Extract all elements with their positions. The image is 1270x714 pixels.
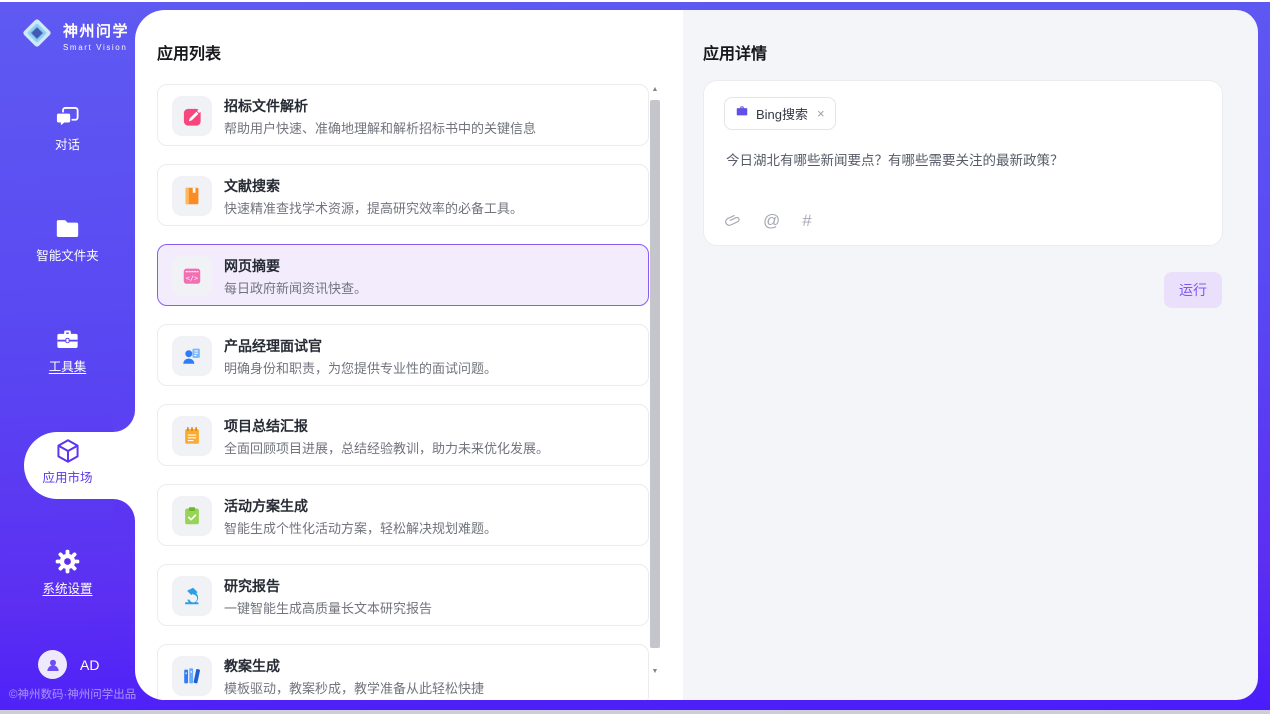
copyright-text: ©神州数码·神州问学出品 [9,686,136,702]
app-list-item[interactable]: 招标文件解析 帮助用户快速、准确地理解和解析招标书中的关键信息 [157,84,649,146]
app-list-item[interactable]: 教案生成 模板驱动，教案秒成，教学准备从此轻松快捷 [157,644,649,700]
app-list-scrollbar[interactable]: ▲ ▼ [649,84,661,678]
interviewer-icon [172,336,212,376]
book-icon [172,176,212,216]
at-icon[interactable]: @ [763,211,780,231]
app-name: 研究报告 [224,576,280,596]
app-description: 快速精准查找学术资源，提高研究效率的必备工具。 [224,198,523,217]
app-description: 模板驱动，教案秒成，教学准备从此轻松快捷 [224,678,484,697]
sidebar-item-1[interactable]: 对话 [0,98,135,167]
app-name: 活动方案生成 [224,496,308,516]
gear-icon [0,542,135,572]
scrollbar-thumb[interactable] [650,100,660,648]
edit-square-icon [172,96,212,136]
bubble-corner [113,410,135,432]
user-name: AD [80,657,99,673]
app-list-item[interactable]: 产品经理面试官 明确身份和职责，为您提供专业性的面试问题。 [157,324,649,386]
research-icon [172,576,212,616]
app-description: 全面回顾项目进展，总结经验教训，助力未来优化发展。 [224,438,549,457]
close-icon[interactable]: × [817,106,825,121]
app-list-item[interactable]: 项目总结汇报 全面回顾项目进展，总结经验教训，助力未来优化发展。 [157,404,649,466]
chat-icon [0,98,135,128]
tool-tag-label: Bing搜索 [756,104,808,123]
hash-icon[interactable]: # [802,211,811,231]
main-panel: 应用列表 招标文件解析 帮助用户快速、准确地理解和解析招标书中的关键信息 文献搜… [135,10,1258,700]
app-name: 项目总结汇报 [224,416,308,436]
sidebar-item-label: 智能文件夹 [0,245,135,264]
brand-name: 神州问学 [63,20,129,41]
app-name: 产品经理面试官 [224,336,322,356]
attachment-toolbar: @ # [724,211,812,231]
app-list-item[interactable]: 活动方案生成 智能生成个性化活动方案，轻松解决规划难题。 [157,484,649,546]
user-row[interactable]: AD [38,650,99,679]
svg-text:</>: </> [186,275,198,283]
window-bottom-edge [0,710,1270,714]
prompt-text[interactable]: 今日湖北有哪些新闻要点？有哪些需要关注的最新政策？ [726,151,1201,171]
app-description: 每日政府新闻资讯快查。 [224,278,367,297]
sidebar-item-4[interactable]: 应用市场 [0,431,135,500]
app-list: 招标文件解析 帮助用户快速、准确地理解和解析招标书中的关键信息 文献搜索 快速精… [157,84,649,700]
app-list-pane: 应用列表 招标文件解析 帮助用户快速、准确地理解和解析招标书中的关键信息 文献搜… [135,10,683,700]
app-name: 文献搜索 [224,176,280,196]
toolbox-icon [0,320,135,350]
user-avatar-icon[interactable] [38,650,67,679]
sidebar-item-label: 系统设置 [0,578,135,597]
app-detail-pane: 应用详情 Bing搜索 × 今日湖北有哪些新闻要点？有哪些需要关注的最新政策？ … [683,10,1258,700]
app-list-item[interactable]: 文献搜索 快速精准查找学术资源，提高研究效率的必备工具。 [157,164,649,226]
scroll-down-icon[interactable]: ▼ [649,666,661,678]
app-list-item[interactable]: 研究报告 一键智能生成高质量长文本研究报告 [157,564,649,626]
brand-logo: 神州问学 Smart Vision [18,14,129,57]
cube-icon [0,431,135,461]
diamond-logo-icon [18,14,56,57]
sidebar-item-5[interactable]: 系统设置 [0,542,135,611]
app-name: 招标文件解析 [224,96,308,116]
sidebar-item-label: 工具集 [0,356,135,375]
app-detail-title: 应用详情 [703,40,767,64]
prompt-card: Bing搜索 × 今日湖北有哪些新闻要点？有哪些需要关注的最新政策？ @ # [703,80,1223,246]
sidebar-item-3[interactable]: 工具集 [0,320,135,389]
briefcase-icon [735,104,749,123]
app-list-item[interactable]: </> 网页摘要 每日政府新闻资讯快查。 [157,244,649,306]
sidebar: 神州问学 Smart Vision 对话 智能文件夹 工具集 应用市场 系统设置 [0,2,135,710]
sidebar-item-label: 应用市场 [0,467,135,486]
notepad-icon [172,416,212,456]
app-description: 智能生成个性化活动方案，轻松解决规划难题。 [224,518,497,537]
app-description: 明确身份和职责，为您提供专业性的面试问题。 [224,358,497,377]
browser-icon: </> [172,256,212,296]
books-icon [172,656,212,696]
app-list-title: 应用列表 [157,40,221,64]
bubble-corner [113,499,135,521]
folder-icon [0,209,135,239]
sidebar-nav: 对话 智能文件夹 工具集 应用市场 系统设置 [0,98,135,653]
run-button[interactable]: 运行 [1164,272,1222,308]
clipboard-check-icon [172,496,212,536]
app-name: 教案生成 [224,656,280,676]
sidebar-item-2[interactable]: 智能文件夹 [0,209,135,278]
app-name: 网页摘要 [224,256,280,276]
sidebar-item-label: 对话 [0,134,135,153]
brand-subtitle: Smart Vision [63,43,129,52]
tool-tag[interactable]: Bing搜索 × [724,97,836,130]
paperclip-icon[interactable] [724,213,741,230]
app-description: 一键智能生成高质量长文本研究报告 [224,598,432,617]
app-description: 帮助用户快速、准确地理解和解析招标书中的关键信息 [224,118,536,137]
scroll-up-icon[interactable]: ▲ [649,84,661,96]
